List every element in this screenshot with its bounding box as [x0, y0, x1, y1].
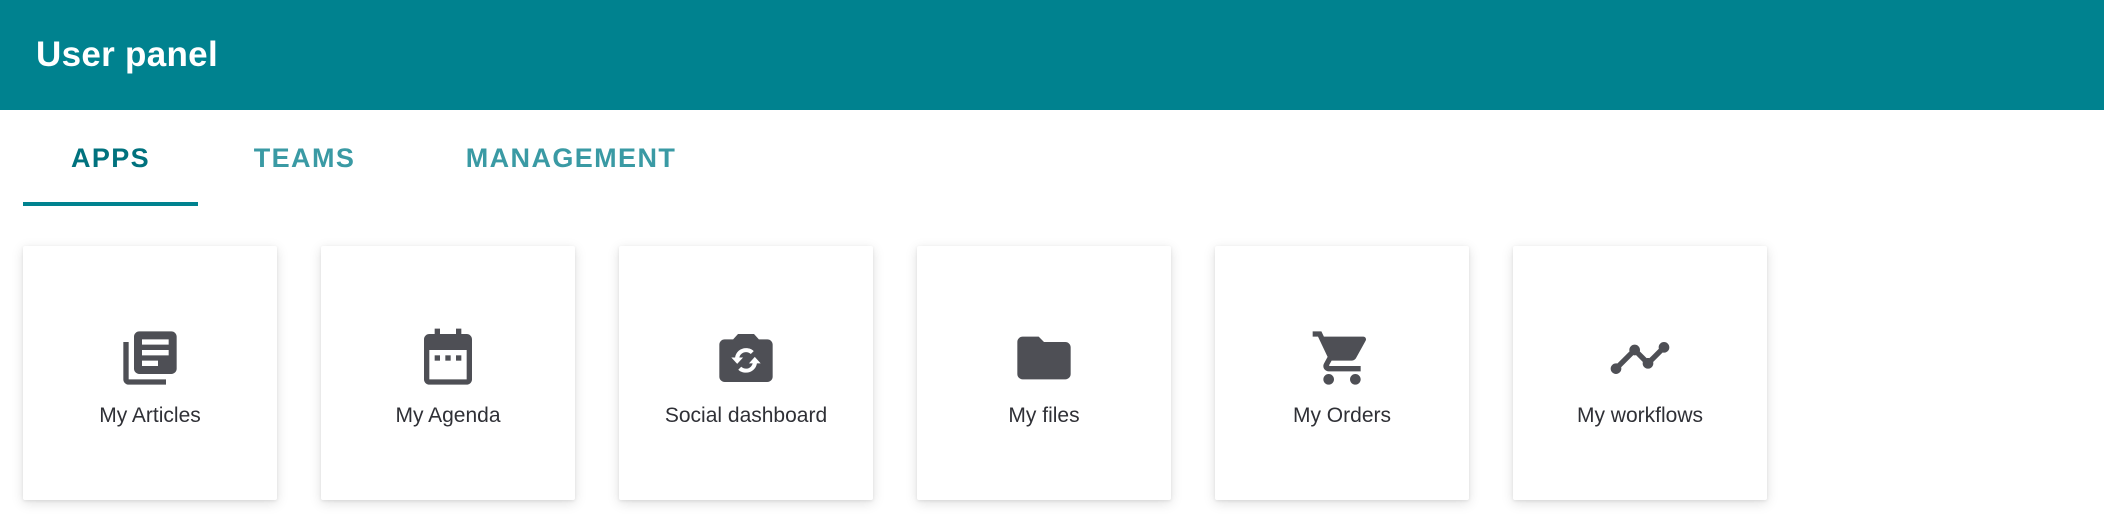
cart-icon: [1310, 326, 1374, 390]
tab-bar: APPS TEAMS MANAGEMENT: [23, 110, 731, 206]
app-tile-my-workflows[interactable]: My workflows: [1513, 246, 1767, 500]
app-tile-label: My Agenda: [395, 404, 501, 427]
app-header: User panel: [0, 0, 2104, 110]
app-tile-label: My Orders: [1292, 404, 1391, 427]
folder-icon: [1012, 326, 1076, 390]
app-tile-social-dashboard[interactable]: Social dashboard: [619, 246, 873, 500]
app-tile-label: My workflows: [1576, 404, 1703, 427]
tab-teams[interactable]: TEAMS: [198, 110, 411, 206]
app-tile-my-files[interactable]: My files: [917, 246, 1171, 500]
app-tiles: My Articles My Agenda Social dashboard M…: [23, 246, 1767, 500]
tab-apps[interactable]: APPS: [23, 110, 198, 206]
app-tile-my-articles[interactable]: My Articles: [23, 246, 277, 500]
page-title: User panel: [36, 35, 218, 74]
app-tile-my-agenda[interactable]: My Agenda: [321, 246, 575, 500]
app-tile-label: My files: [1008, 404, 1080, 427]
articles-icon: [118, 326, 182, 390]
camera-icon: [714, 326, 778, 390]
app-tile-label: My Articles: [99, 404, 201, 427]
main-content: APPS TEAMS MANAGEMENT My Articles My Age…: [0, 110, 2104, 530]
tab-management[interactable]: MANAGEMENT: [411, 110, 731, 206]
app-tile-label: Social dashboard: [664, 404, 828, 427]
calendar-icon: [416, 326, 480, 390]
workflow-icon: [1608, 326, 1672, 390]
app-tile-my-orders[interactable]: My Orders: [1215, 246, 1469, 500]
